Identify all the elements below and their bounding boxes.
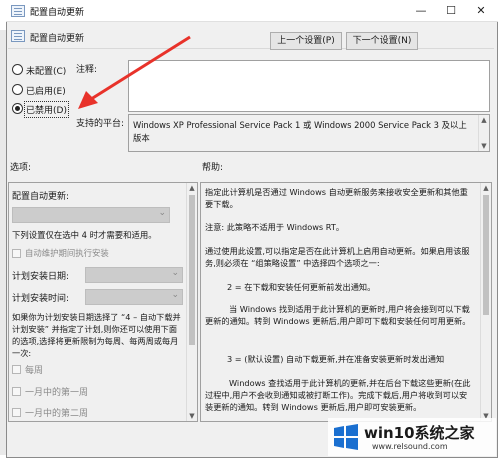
maintenance-checkbox[interactable] bbox=[12, 249, 21, 258]
minimize-button[interactable]: — bbox=[406, 0, 436, 22]
help-scroll-thumb[interactable] bbox=[483, 195, 489, 315]
setting-icon bbox=[11, 30, 25, 42]
first-week-checkbox-label: 一月中的第一周 bbox=[25, 388, 89, 398]
watermark-brand: win10系统之家 bbox=[364, 424, 475, 442]
supported-platform-label: 支持的平台: bbox=[76, 119, 125, 129]
install-note: 下列设置仅在选中 4 时才需要和适用。 bbox=[12, 230, 157, 240]
scroll-down-arrow-icon[interactable]: ▼ bbox=[187, 412, 197, 420]
previous-setting-button[interactable]: 上一个设置(P) bbox=[270, 32, 342, 50]
scroll-up-arrow-icon[interactable]: ▲ bbox=[187, 184, 197, 192]
watermark-url: www.relsound.com bbox=[372, 442, 448, 451]
schedule-note: 如果你为计划安装日期选择了 “4 – 自动下载并计划安装” 并指定了计划,则你还… bbox=[12, 312, 181, 358]
help-section-label: 帮助: bbox=[202, 163, 224, 173]
options-scrollbar[interactable]: ▲ ▼ bbox=[186, 183, 197, 421]
radio-circle[interactable] bbox=[12, 64, 23, 75]
supported-platform-text: Windows XP Professional Service Pack 1 或… bbox=[133, 120, 467, 143]
scheduled-day-dropdown[interactable] bbox=[85, 267, 183, 283]
options-panel: 配置自动更新: 下列设置仅在选中 4 时才需要和适用。 自动维护期间执行安装 计… bbox=[8, 182, 198, 422]
second-week-checkbox[interactable] bbox=[12, 408, 21, 417]
first-week-checkbox[interactable] bbox=[12, 387, 21, 396]
radio-circle-selected[interactable] bbox=[12, 103, 23, 114]
help-scrollbar[interactable]: ▲ ▼ bbox=[480, 183, 491, 421]
second-week-checkbox-label: 一月中的第二周 bbox=[25, 409, 89, 419]
help-paragraph: 注意: 此策略不适用于 Windows RT。 bbox=[205, 222, 345, 232]
radio-label: 未配置(C) bbox=[26, 67, 67, 77]
maintenance-checkbox-label: 自动维护期间执行安装 bbox=[25, 248, 109, 258]
scheduled-time-dropdown[interactable] bbox=[85, 289, 183, 305]
help-panel: 指定此计算机是否通过 Windows 自动更新服务来接收安全更新和其他重要下载。… bbox=[200, 182, 492, 422]
weekly-checkbox[interactable] bbox=[12, 365, 21, 374]
annotation-arrow-icon bbox=[78, 35, 191, 109]
options-scroll-thumb[interactable] bbox=[189, 195, 195, 345]
scroll-up-arrow-icon[interactable]: ▲ bbox=[481, 184, 491, 192]
scheduled-day-label: 计划安装日期: bbox=[12, 272, 70, 282]
weekly-checkbox-label: 每周 bbox=[25, 366, 44, 376]
scroll-down-arrow-icon[interactable]: ▼ bbox=[479, 142, 489, 150]
window-title: 配置自动更新 bbox=[30, 8, 85, 18]
watermark: win10系统之家 www.relsound.com bbox=[328, 418, 496, 456]
help-paragraph: 2 = 在下载和安装任何更新前发出通知。 bbox=[227, 282, 376, 292]
configure-updates-dropdown[interactable] bbox=[12, 207, 170, 223]
help-paragraph: Windows 查找适用于此计算机的更新,并在后台下载这些更新(在此过程中,用户… bbox=[205, 378, 471, 412]
help-paragraph: 当 Windows 找到适用于此计算机的更新时,用户将会接到可以下载更新的通知。… bbox=[205, 304, 471, 326]
close-button[interactable]: ✕ bbox=[466, 0, 496, 22]
maximize-button[interactable]: ☐ bbox=[436, 0, 466, 22]
windows-logo-icon bbox=[334, 424, 358, 450]
scheduled-time-label: 计划安装时间: bbox=[12, 294, 70, 304]
help-paragraph: 3 = (默认设置) 自动下载更新,并在准备安装更新时发出通知 bbox=[227, 354, 445, 364]
configure-updates-label: 配置自动更新: bbox=[12, 192, 70, 202]
policy-icon bbox=[11, 5, 25, 17]
radio-label: 已禁用(D) bbox=[24, 101, 69, 118]
radio-circle[interactable] bbox=[12, 84, 23, 95]
supported-platform-box: Windows XP Professional Service Pack 1 或… bbox=[128, 114, 490, 152]
help-paragraph: 通过使用此设置,可以指定是否在此计算机上启用自动更新。如果启用该服务,则必须在 … bbox=[205, 246, 470, 268]
options-section-label: 选项: bbox=[10, 163, 32, 173]
help-paragraph: 指定此计算机是否通过 Windows 自动更新服务来接收安全更新和其他重要下载。 bbox=[205, 187, 468, 209]
next-setting-button[interactable]: 下一个设置(N) bbox=[346, 32, 418, 50]
supported-scrollbar[interactable]: ▲ ▼ bbox=[478, 115, 489, 151]
radio-label: 已启用(E) bbox=[26, 87, 66, 97]
scroll-up-arrow-icon[interactable]: ▲ bbox=[479, 116, 489, 124]
